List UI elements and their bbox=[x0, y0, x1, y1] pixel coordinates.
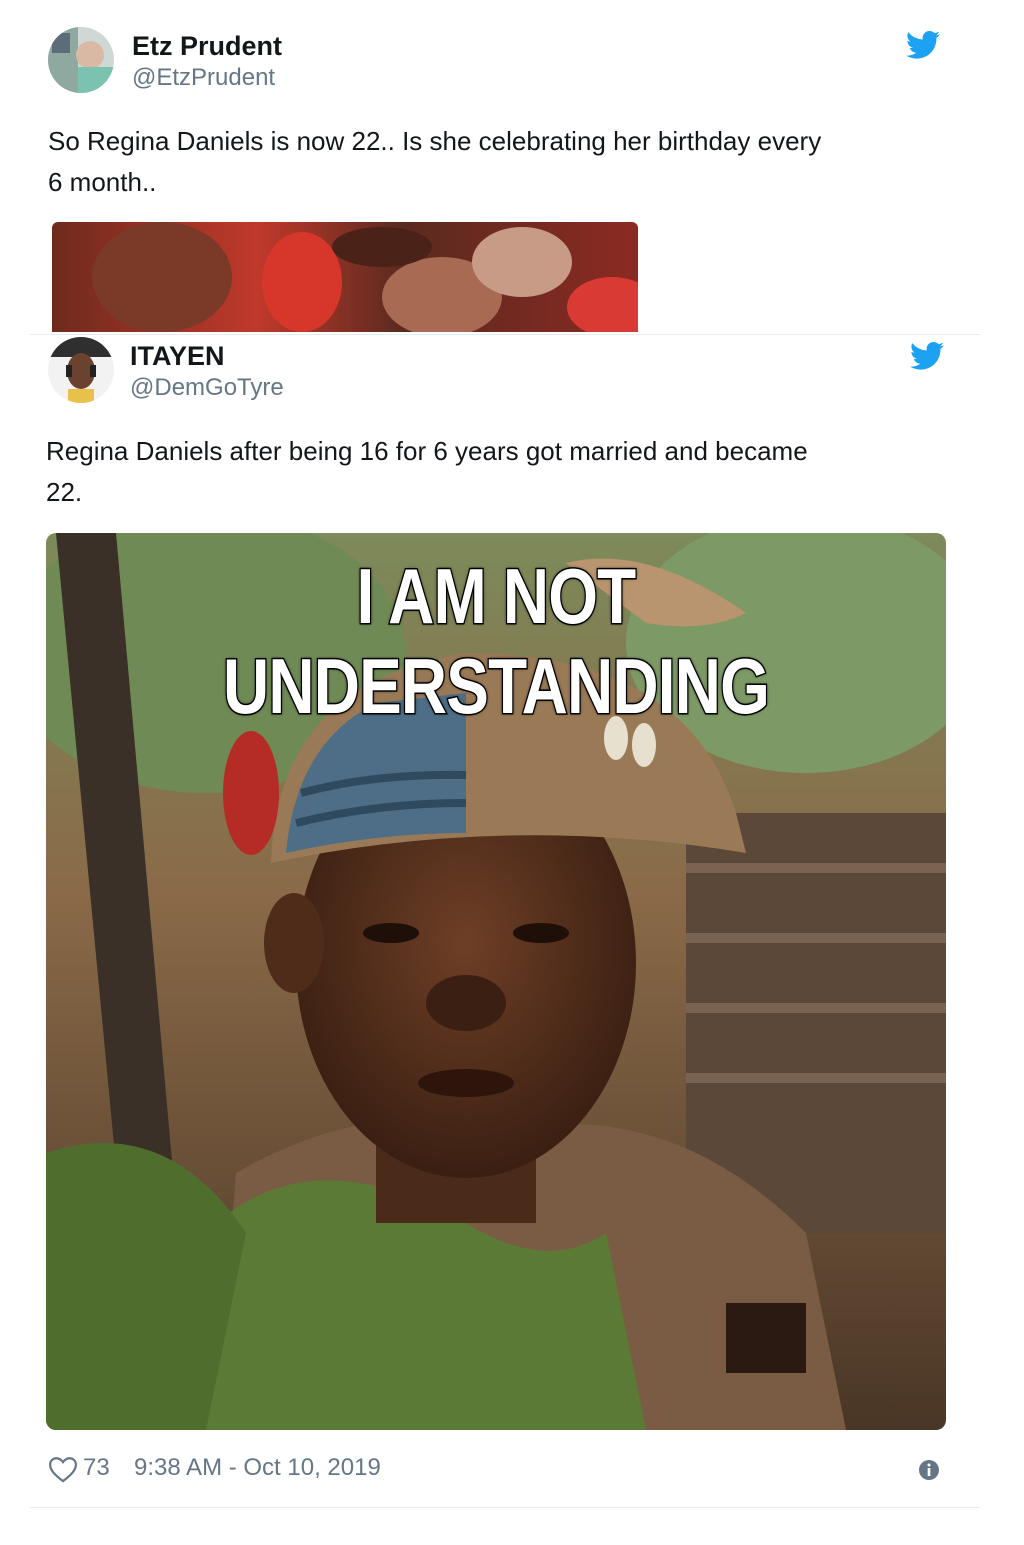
heart-icon[interactable] bbox=[48, 1456, 78, 1483]
twitter-bird-icon[interactable] bbox=[910, 341, 944, 371]
user-handle[interactable]: @DemGoTyre bbox=[130, 374, 284, 402]
tweet-text: So Regina Daniels is now 22.. Is she cel… bbox=[48, 121, 821, 203]
tweet-text-line: 22. bbox=[46, 477, 83, 507]
tweet-text: Regina Daniels after being 16 for 6 year… bbox=[46, 431, 808, 513]
twitter-bird-icon[interactable] bbox=[906, 30, 940, 60]
tweet-footer: 73 9:38 AM - Oct 10, 2019 bbox=[48, 1452, 948, 1486]
tweet-text-line: Regina Daniels after being 16 for 6 year… bbox=[46, 436, 808, 466]
tweet-media-image[interactable] bbox=[52, 222, 638, 332]
avatar[interactable] bbox=[48, 337, 114, 403]
tweet-etz-prudent: Etz Prudent @EtzPrudent So Regina Daniel… bbox=[0, 0, 1024, 335]
tweet-media-meme-image[interactable]: I AM NOT UNDERSTANDING bbox=[46, 533, 946, 1430]
info-icon[interactable] bbox=[918, 1459, 940, 1481]
tweet-text-line: 6 month.. bbox=[48, 167, 157, 197]
timestamp[interactable]: 9:38 AM - Oct 10, 2019 bbox=[134, 1454, 381, 1482]
meme-caption-line1: I AM NOT bbox=[355, 551, 637, 642]
meme-caption-line2: UNDERSTANDING bbox=[222, 641, 771, 732]
display-name[interactable]: Etz Prudent bbox=[132, 31, 282, 62]
user-handle[interactable]: @EtzPrudent bbox=[132, 64, 275, 92]
avatar[interactable] bbox=[48, 27, 114, 93]
tweet-itayen: ITAYEN @DemGoTyre Regina Daniels after b… bbox=[0, 335, 1024, 1545]
tweet-text-line: So Regina Daniels is now 22.. Is she cel… bbox=[48, 126, 822, 156]
like-count[interactable]: 73 bbox=[83, 1454, 110, 1482]
display-name[interactable]: ITAYEN bbox=[130, 341, 225, 372]
divider bbox=[30, 1507, 980, 1508]
